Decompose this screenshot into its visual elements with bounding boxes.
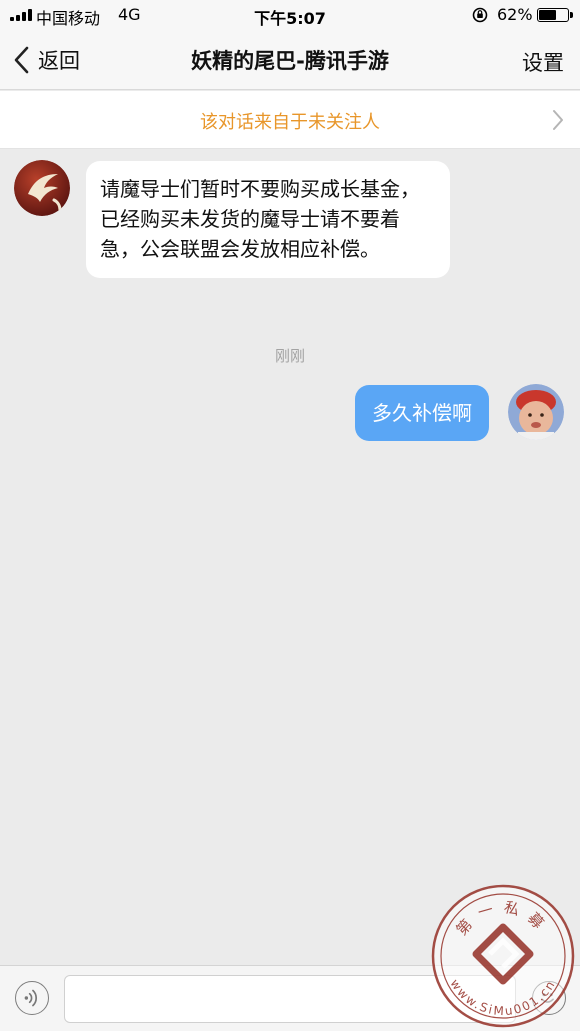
back-button[interactable]: 返回	[12, 44, 80, 76]
page-title: 妖精的尾巴-腾讯手游	[191, 49, 389, 73]
notice-text: 该对话来自于未关注人	[200, 112, 380, 133]
chat-screen: 中国移动 4G 下午5:07 62% 返回 妖精的尾巴-腾讯手游 设置 该对话来…	[0, 0, 580, 1031]
settings-button[interactable]: 设置	[522, 47, 564, 77]
chevron-right-icon	[553, 110, 563, 130]
back-label: 返回	[38, 49, 80, 73]
chevron-left-icon	[14, 46, 29, 74]
sender-avatar[interactable]	[14, 160, 70, 216]
status-time: 下午5:07	[254, 9, 326, 28]
incoming-message-bubble[interactable]: 请魔导士们暂时不要购买成长基金，已经购买未发货的魔导士请不要着急，公会联盟会发放…	[86, 161, 450, 278]
voice-icon	[24, 989, 37, 1007]
unfollowed-notice-banner[interactable]: 该对话来自于未关注人	[0, 91, 580, 149]
fairy-tail-logo-icon	[14, 160, 70, 216]
voice-input-button[interactable]	[15, 981, 49, 1015]
status-bar: 中国移动 4G 下午5:07 62%	[0, 0, 580, 30]
battery-icon	[537, 8, 569, 22]
battery-percent: 62%	[497, 5, 533, 24]
user-avatar[interactable]	[508, 384, 564, 440]
message-timestamp: 刚刚	[274, 347, 305, 365]
user-photo-icon	[508, 384, 564, 440]
navigation-bar: 返回 妖精的尾巴-腾讯手游 设置	[0, 30, 580, 90]
rotation-lock-icon	[472, 7, 488, 23]
outgoing-message-bubble[interactable]: 多久补偿啊	[355, 385, 489, 441]
watermark-seal: 第一私募 www.SiMu001.cn	[431, 884, 575, 1028]
